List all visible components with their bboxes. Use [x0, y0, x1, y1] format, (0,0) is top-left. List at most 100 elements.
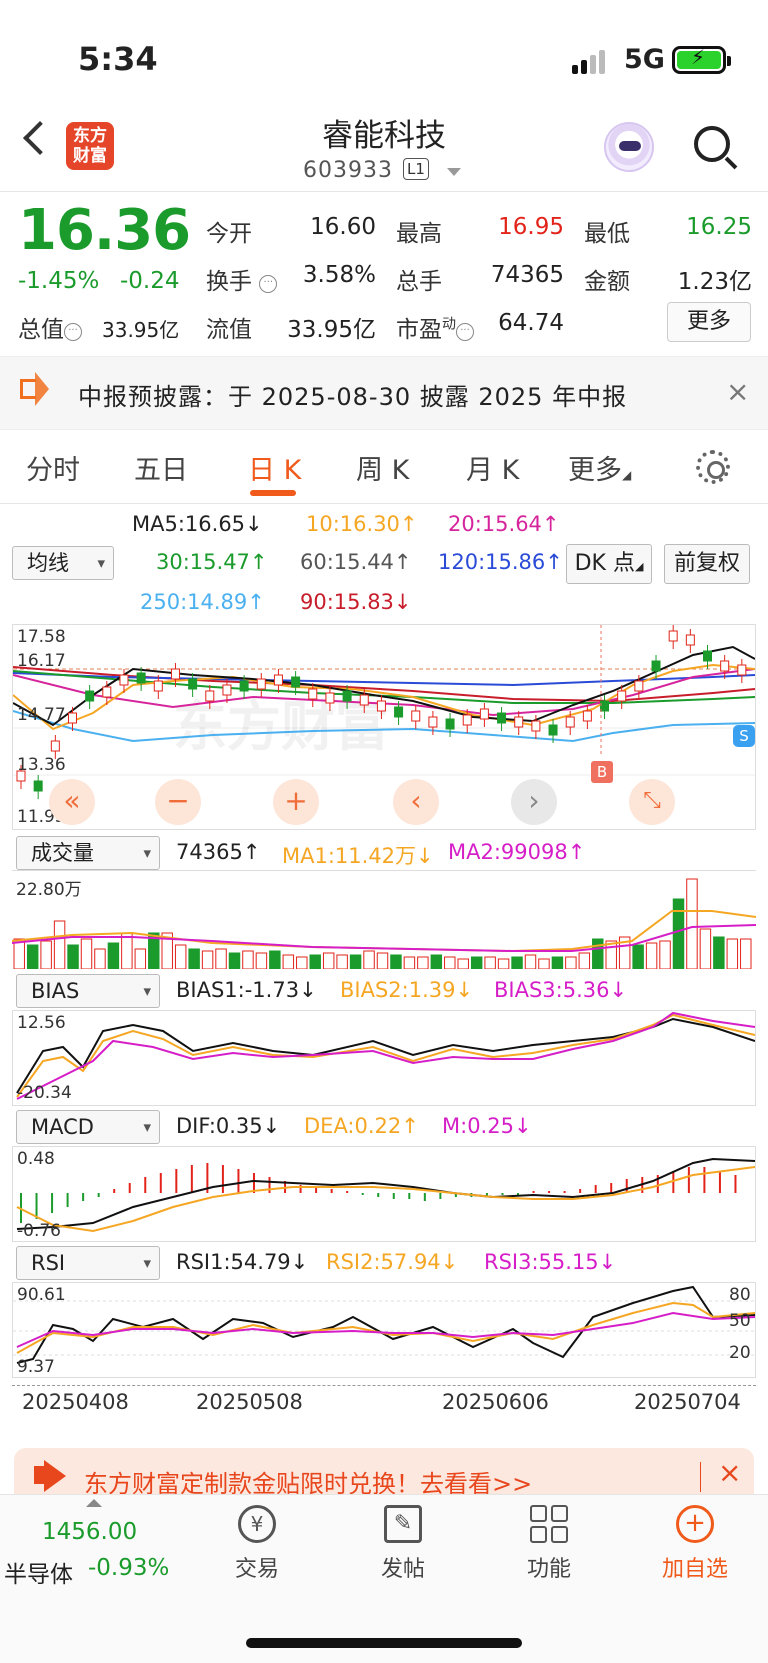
- caret-up-icon[interactable]: [86, 1499, 102, 1507]
- volume-bar: [524, 954, 537, 969]
- mktcap-value: 33.95亿: [102, 318, 180, 342]
- candle: [33, 780, 43, 792]
- gear-icon[interactable]: [696, 450, 730, 484]
- tab-five-day[interactable]: 五日: [134, 448, 188, 487]
- volume-bar: [699, 928, 712, 969]
- candle: [153, 680, 163, 692]
- volume-bar: [659, 940, 671, 969]
- rsi2-value: RSI2:57.94↓: [326, 1250, 459, 1274]
- macd-svg: [16, 1157, 755, 1233]
- candle: [376, 700, 386, 712]
- candle: [617, 690, 627, 702]
- volume-bar: [349, 954, 362, 969]
- chevron-down-icon[interactable]: [447, 168, 461, 176]
- fullscreen-icon[interactable]: ⤡: [629, 779, 675, 825]
- rsi-level-50: 50: [729, 1311, 751, 1331]
- bias-chart[interactable]: 12.56 -20.34: [12, 1010, 756, 1106]
- function-button[interactable]: 功能: [494, 1505, 604, 1583]
- volume-axis-top: 22.80万: [16, 880, 82, 900]
- notice-bar[interactable]: 中报预披露：于 2025-08-30 披露 2025 年中报 ×: [0, 356, 768, 430]
- bias-selector[interactable]: BIAS: [16, 974, 160, 1008]
- kline-axis-top: 17.58: [17, 627, 66, 647]
- macd-axis-top: 0.48: [17, 1149, 55, 1169]
- assistant-robot-icon[interactable]: [604, 122, 654, 172]
- candle: [685, 634, 695, 646]
- candle: [514, 716, 524, 728]
- info-icon[interactable]: ···: [64, 323, 82, 341]
- candle: [531, 720, 541, 732]
- rsi-chart[interactable]: 90.61 9.37 80 50 20: [12, 1282, 756, 1378]
- zoom-out-icon[interactable]: −: [155, 779, 201, 825]
- index-change[interactable]: -0.93%: [88, 1555, 169, 1581]
- stock-header: 东方 财富 睿能科技 603933 L1: [0, 100, 768, 192]
- volume-bar: [201, 950, 214, 969]
- info-icon[interactable]: ···: [259, 275, 278, 293]
- macd-selector[interactable]: MACD: [16, 1110, 160, 1144]
- mktcap-label: 总值 ···: [18, 310, 82, 344]
- edit-icon: ✎: [384, 1505, 422, 1543]
- volume-value: 74365: [490, 262, 564, 288]
- active-tab-indicator: [250, 490, 296, 496]
- level-badge[interactable]: L1: [403, 158, 429, 180]
- candle: [394, 706, 404, 718]
- tab-monthly-k[interactable]: 月 K: [466, 448, 519, 487]
- bias3-value: BIAS3:5.36↓: [494, 978, 628, 1002]
- index-name[interactable]: 半导体: [4, 1555, 73, 1589]
- more-button[interactable]: 更多: [667, 302, 751, 342]
- volume-bar: [26, 944, 39, 969]
- date-label-4: 20250704: [634, 1390, 741, 1414]
- macd-chart[interactable]: 0.48 -0.76: [12, 1146, 756, 1242]
- chevron-right-icon[interactable]: ›: [511, 779, 557, 825]
- sell-marker[interactable]: S: [733, 725, 755, 747]
- dk-point-button[interactable]: DK 点◢: [566, 544, 652, 584]
- rsi3-value: RSI3:55.15↓: [484, 1250, 617, 1274]
- search-icon[interactable]: [694, 126, 730, 162]
- close-icon[interactable]: ×: [718, 1456, 741, 1489]
- kline-axis-low: 13.36: [17, 755, 66, 775]
- candle: [359, 694, 369, 706]
- info-icon[interactable]: ···: [456, 323, 474, 341]
- volume-bar: [94, 948, 106, 969]
- volume-bar: [296, 956, 308, 969]
- trade-button[interactable]: ¥ 交易: [202, 1505, 312, 1583]
- volume-bar: [444, 956, 456, 969]
- volume-bar: [53, 920, 66, 969]
- volume-bar: [511, 956, 523, 969]
- candle: [479, 708, 489, 720]
- tab-more[interactable]: 更多◢: [568, 448, 631, 487]
- rsi-selector[interactable]: RSI: [16, 1246, 160, 1280]
- date-label-3: 20250606: [442, 1390, 549, 1414]
- volume-bar: [390, 954, 402, 969]
- amount-label: 金额: [584, 269, 630, 295]
- close-icon[interactable]: ×: [726, 375, 749, 408]
- post-button[interactable]: ✎ 发帖: [348, 1505, 458, 1583]
- volume-bar: [80, 938, 93, 969]
- tab-intraday[interactable]: 分时: [26, 448, 80, 487]
- add-watchlist-button[interactable]: + 加自选: [640, 1505, 750, 1583]
- chevron-left-icon[interactable]: ‹: [393, 779, 439, 825]
- volume-bar: [40, 940, 52, 969]
- volume-bar: [242, 950, 254, 969]
- home-indicator: [246, 1638, 522, 1648]
- kline-axis-ref: 16.17: [17, 651, 66, 671]
- adjust-button[interactable]: 前复权: [664, 544, 750, 584]
- volume-chart[interactable]: 22.80万: [12, 870, 756, 970]
- volume-bar: [269, 950, 281, 969]
- kline-chart[interactable]: 东方财富 17.58 16.17 14.77 13.36 11.95 B S «…: [12, 624, 756, 830]
- candle: [634, 680, 644, 692]
- index-value[interactable]: 1456.00: [42, 1519, 137, 1545]
- candle: [222, 684, 232, 696]
- buy-marker[interactable]: B: [591, 761, 613, 783]
- open-label: 今开: [206, 221, 252, 247]
- rewind-left-icon[interactable]: «: [49, 779, 95, 825]
- tab-weekly-k[interactable]: 周 K: [356, 448, 409, 487]
- volume-bar: [403, 956, 416, 969]
- macd-m: M:0.25↓: [442, 1114, 532, 1138]
- zoom-in-icon[interactable]: +: [273, 779, 319, 825]
- tab-daily-k[interactable]: 日 K: [248, 448, 301, 487]
- ma-selector[interactable]: 均线: [12, 546, 114, 580]
- notice-text[interactable]: 中报预披露：于 2025-08-30 披露 2025 年中报: [78, 377, 627, 412]
- stock-code: 603933: [303, 158, 393, 183]
- volume-selector[interactable]: 成交量: [16, 836, 160, 870]
- turnover-label: 换手 ···: [206, 262, 278, 296]
